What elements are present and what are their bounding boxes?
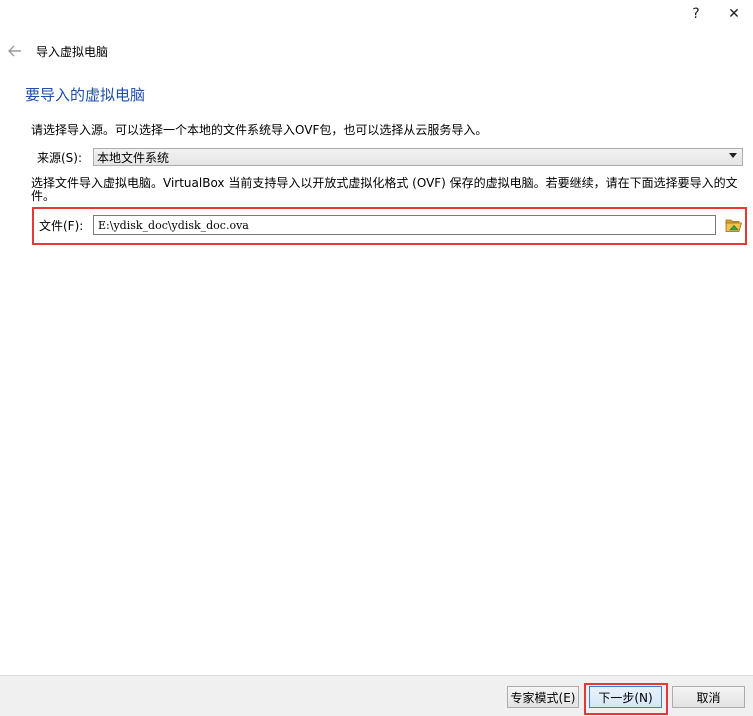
- source-description: 请选择导入源。可以选择一个本地的文件系统导入OVF包，也可以选择从云服务导入。: [31, 123, 488, 137]
- cancel-button[interactable]: 取消: [672, 686, 745, 708]
- file-description: 选择文件导入虚拟电脑。VirtualBox 当前支持导入以开放式虚拟化格式 (O…: [31, 176, 738, 203]
- source-row: 来源(S): 本地文件系统: [37, 147, 743, 167]
- source-select[interactable]: 本地文件系统: [93, 148, 743, 166]
- back-arrow-icon[interactable]: [6, 42, 24, 60]
- title-bar-controls: ? ✕: [677, 0, 753, 28]
- source-label: 来源(S):: [37, 150, 83, 165]
- folder-open-icon[interactable]: [724, 215, 744, 235]
- next-highlight-box: [584, 683, 668, 715]
- file-label: 文件(F):: [39, 218, 84, 233]
- import-appliance-dialog: ? ✕ 导入虚拟电脑 要导入的虚拟电脑 请选择导入源。可以选择一个本地的文件系统…: [0, 0, 753, 716]
- chevron-down-icon: [729, 153, 737, 158]
- source-select-value: 本地文件系统: [97, 150, 170, 165]
- file-path-input[interactable]: [93, 215, 716, 235]
- expert-mode-button[interactable]: 专家模式(E): [507, 686, 579, 708]
- wizard-header: 导入虚拟电脑: [6, 40, 108, 62]
- help-button[interactable]: ?: [677, 0, 715, 28]
- file-row: 文件(F):: [39, 215, 744, 235]
- wizard-title: 导入虚拟电脑: [36, 44, 109, 59]
- close-button[interactable]: ✕: [715, 0, 753, 28]
- page-title: 要导入的虚拟电脑: [25, 86, 146, 104]
